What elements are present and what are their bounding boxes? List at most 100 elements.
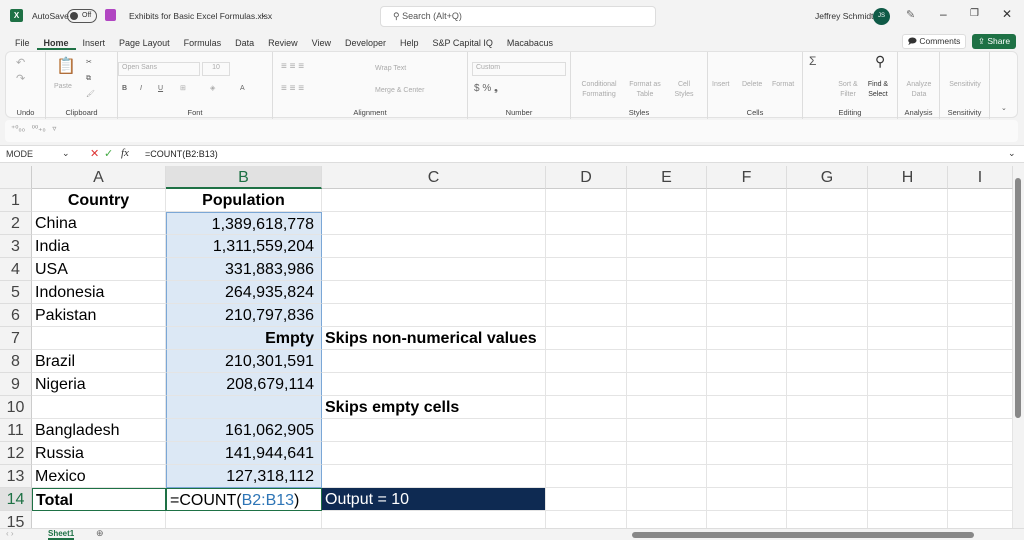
cell-h9[interactable]	[868, 373, 948, 396]
cell-g5[interactable]	[787, 281, 868, 304]
cell-a13[interactable]: Mexico	[32, 465, 166, 488]
cell-h5[interactable]	[868, 281, 948, 304]
cell-b1[interactable]: Population	[166, 189, 322, 212]
cell-b13[interactable]: 127,318,112	[166, 465, 322, 488]
cell-a9[interactable]: Nigeria	[32, 373, 166, 396]
fill-color-icon[interactable]: ◈	[210, 84, 215, 94]
cell-c14[interactable]: Output = 10	[322, 488, 546, 511]
row-header[interactable]: 3	[0, 235, 32, 258]
cell-b9[interactable]: 208,679,114	[166, 373, 322, 396]
cell-d3[interactable]	[546, 235, 627, 258]
format-button[interactable]: Format	[772, 80, 794, 90]
underline-icon[interactable]: U	[158, 84, 163, 94]
italic-icon[interactable]: I	[140, 84, 142, 94]
row-header[interactable]: 7	[0, 327, 32, 350]
copy-icon[interactable]: ⧉	[86, 74, 91, 84]
cell-f4[interactable]	[707, 258, 787, 281]
increase-decimal-icon[interactable]: ⁺⁰₀₀ ⁰⁰₊₀ ▿	[11, 124, 56, 133]
cell-a6[interactable]: Pakistan	[32, 304, 166, 327]
cell-g1[interactable]	[787, 189, 868, 212]
cell-e5[interactable]	[627, 281, 707, 304]
sheet-nav-icon[interactable]: ‹ ›	[6, 529, 14, 538]
cell-a4[interactable]: USA	[32, 258, 166, 281]
cell-a7[interactable]	[32, 327, 166, 350]
cell-a15[interactable]	[32, 511, 166, 528]
cell-h6[interactable]	[868, 304, 948, 327]
spreadsheet-grid[interactable]: A B C D E F G H I 1 Country Population 2 China 1,389,6…	[0, 166, 1013, 528]
insert-button[interactable]: Insert	[712, 80, 730, 90]
file-name[interactable]: Exhibits for Basic Excel Formulas.xlsx	[129, 11, 272, 21]
sensitivity-button[interactable]: Sensitivity	[942, 80, 988, 90]
font-name-select[interactable]: Open Sans	[118, 62, 200, 76]
delete-button[interactable]: Delete	[742, 80, 762, 90]
cell-h7[interactable]	[868, 327, 948, 350]
cell-c1[interactable]	[322, 189, 546, 212]
cell-i6[interactable]	[948, 304, 1013, 327]
column-header-d[interactable]: D	[546, 166, 627, 189]
cell-d14[interactable]	[546, 488, 627, 511]
cell-g4[interactable]	[787, 258, 868, 281]
expand-formula-icon[interactable]: ⌄	[1008, 148, 1016, 159]
cell-g13[interactable]	[787, 465, 868, 488]
cell-e1[interactable]	[627, 189, 707, 212]
column-header-f[interactable]: F	[707, 166, 787, 189]
cell-c12[interactable]	[322, 442, 546, 465]
enter-icon[interactable]: ✓	[104, 147, 113, 160]
cell-b3[interactable]: 1,311,559,204	[166, 235, 322, 258]
cell-h1[interactable]	[868, 189, 948, 212]
cell-h12[interactable]	[868, 442, 948, 465]
undo-icon[interactable]: ↶	[16, 58, 25, 69]
cell-i14[interactable]	[948, 488, 1013, 511]
cell-d9[interactable]	[546, 373, 627, 396]
cell-c15[interactable]	[322, 511, 546, 528]
row-header[interactable]: 4	[0, 258, 32, 281]
find-select-button[interactable]: Find & Select	[863, 80, 893, 100]
cell-c9[interactable]	[322, 373, 546, 396]
chevron-down-icon[interactable]: ⌄	[260, 10, 267, 19]
cell-b12[interactable]: 141,944,641	[166, 442, 322, 465]
sort-filter-button[interactable]: Sort & Filter	[835, 80, 861, 100]
tab-page-layout[interactable]: Page Layout	[112, 36, 177, 50]
cell-c3[interactable]	[322, 235, 546, 258]
cell-g7[interactable]	[787, 327, 868, 350]
row-header[interactable]: 5	[0, 281, 32, 304]
cell-d7[interactable]	[546, 327, 627, 350]
cell-h10[interactable]	[868, 396, 948, 419]
cell-b8[interactable]: 210,301,591	[166, 350, 322, 373]
cell-c8[interactable]	[322, 350, 546, 373]
cell-e7[interactable]	[627, 327, 707, 350]
column-header-i[interactable]: I	[948, 166, 1013, 189]
cell-d8[interactable]	[546, 350, 627, 373]
cell-g15[interactable]	[787, 511, 868, 528]
minimize-icon[interactable]: –	[940, 7, 947, 21]
cell-i13[interactable]	[948, 465, 1013, 488]
cell-g9[interactable]	[787, 373, 868, 396]
cell-g12[interactable]	[787, 442, 868, 465]
cell-e15[interactable]	[627, 511, 707, 528]
cell-h11[interactable]	[868, 419, 948, 442]
tab-formulas[interactable]: Formulas	[177, 36, 229, 50]
cell-e4[interactable]	[627, 258, 707, 281]
cell-f12[interactable]	[707, 442, 787, 465]
cell-h3[interactable]	[868, 235, 948, 258]
cell-f5[interactable]	[707, 281, 787, 304]
cell-a1[interactable]: Country	[32, 189, 166, 212]
borders-icon[interactable]: ⊞	[180, 84, 186, 94]
wrap-text-button[interactable]: Wrap Text	[375, 64, 406, 74]
cell-c5[interactable]	[322, 281, 546, 304]
cell-f1[interactable]	[707, 189, 787, 212]
cell-i11[interactable]	[948, 419, 1013, 442]
cell-a14[interactable]: Total	[32, 488, 166, 511]
autosum-icon[interactable]: Σ	[809, 55, 816, 67]
conditional-formatting-button[interactable]: Conditional Formatting	[577, 80, 621, 100]
vertical-scrollbar[interactable]	[1013, 166, 1024, 528]
paste-icon[interactable]: 📋	[56, 59, 76, 75]
cell-i2[interactable]	[948, 212, 1013, 235]
cell-f11[interactable]	[707, 419, 787, 442]
tab-insert[interactable]: Insert	[76, 36, 113, 50]
cell-styles-button[interactable]: Cell Styles	[669, 80, 699, 100]
cell-f2[interactable]	[707, 212, 787, 235]
cell-b5[interactable]: 264,935,824	[166, 281, 322, 304]
comments-button[interactable]: 🗩 Comments	[902, 34, 966, 49]
cell-d10[interactable]	[546, 396, 627, 419]
